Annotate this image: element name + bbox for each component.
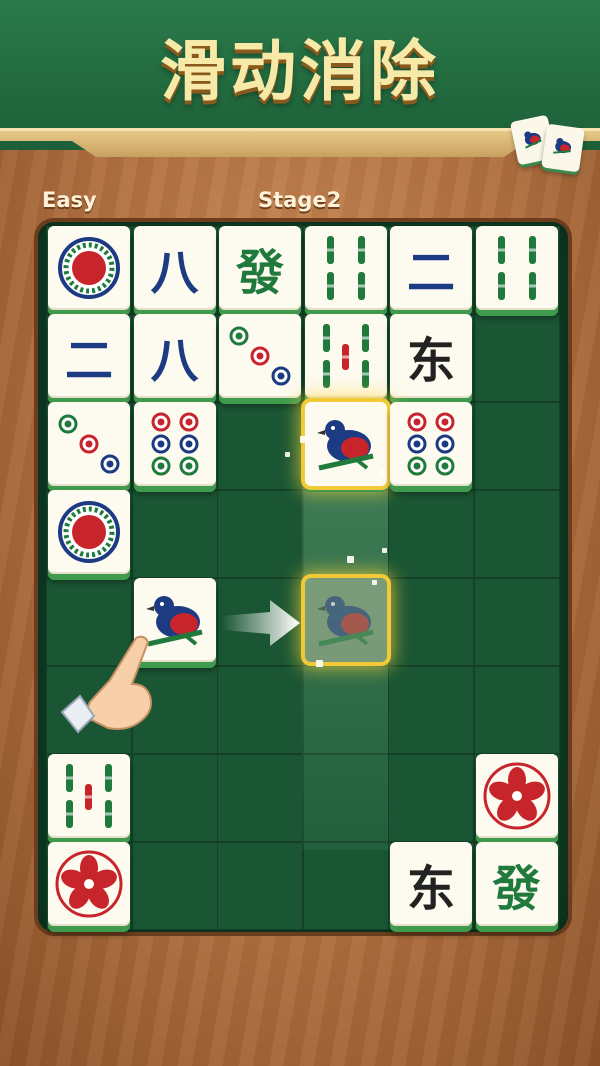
stage-label: Stage2 — [258, 188, 342, 212]
tile-circle-6[interactable] — [390, 402, 472, 486]
tile-fa[interactable]: 發 — [475, 842, 558, 926]
board-cell — [131, 490, 218, 578]
tile-glyph: 东 — [406, 333, 455, 389]
board-cell — [388, 578, 474, 666]
board-cell — [217, 402, 303, 490]
tile-bamboo-4[interactable] — [304, 226, 387, 310]
bird-icon — [524, 131, 542, 149]
board-cell — [388, 666, 474, 754]
circle-red-icon — [58, 501, 120, 563]
bird-icon — [316, 420, 374, 471]
pointing-hand-icon — [60, 635, 152, 734]
tile-glyph: 八 — [150, 333, 199, 389]
circle-6-icon — [151, 412, 198, 476]
circle-red-icon — [58, 237, 120, 299]
tile-circle-3[interactable] — [48, 402, 130, 486]
tile-glyph: 二 — [406, 245, 455, 301]
circle-3-icon — [229, 326, 291, 386]
game-title: 滑动消除 — [160, 33, 440, 110]
sparkle-icon — [380, 470, 385, 475]
board-cell — [388, 754, 474, 842]
tile-glyph: 發 — [492, 861, 541, 917]
board-cell — [473, 666, 560, 754]
bamboo-5-icon — [66, 764, 112, 828]
bird-icon — [553, 138, 572, 154]
sparkle-icon — [347, 556, 354, 563]
tile-two[interactable]: 二 — [48, 314, 130, 398]
tile-glyph: 东 — [406, 861, 455, 917]
board-cell — [473, 402, 560, 490]
sparkle-icon — [382, 548, 387, 553]
corner-tile-bird-2 — [541, 123, 585, 173]
difficulty-label: Easy — [42, 188, 97, 212]
corner-tiles-icon — [509, 112, 590, 173]
board-cell — [473, 490, 560, 578]
tile-bird-highlighted[interactable] — [304, 402, 387, 486]
tile-glyph: 二 — [64, 333, 113, 389]
tile-dong[interactable]: 东 — [390, 314, 472, 398]
tile-circle-6[interactable] — [133, 402, 216, 486]
tile-circle-3[interactable] — [219, 314, 301, 398]
board-cell — [217, 754, 303, 842]
bamboo-5-icon — [322, 324, 369, 388]
board-cell — [217, 666, 303, 754]
board-cell — [217, 490, 303, 578]
board-cell — [217, 842, 303, 930]
circle-6-icon — [407, 412, 455, 476]
tile-fa[interactable]: 發 — [219, 226, 301, 310]
flower-icon — [483, 762, 550, 830]
tile-flower[interactable] — [48, 842, 130, 926]
tile-glyph: 發 — [235, 245, 284, 301]
tile-two[interactable]: 二 — [390, 226, 472, 310]
board-cell — [131, 754, 218, 842]
board-cell — [388, 490, 474, 578]
tile-bird-ghost — [304, 578, 387, 662]
tile-dong[interactable]: 东 — [390, 842, 472, 926]
sparkle-icon — [300, 436, 307, 443]
bird-icon — [316, 596, 374, 647]
tile-circle-red[interactable] — [48, 226, 130, 310]
circle-3-icon — [58, 414, 120, 474]
sparkle-icon — [372, 580, 377, 585]
board-cell — [131, 842, 218, 930]
board-cell — [302, 842, 389, 930]
swipe-arrow-icon — [222, 600, 300, 646]
sparkle-icon — [316, 660, 323, 667]
tile-eight[interactable]: 八 — [133, 314, 216, 398]
tile-bamboo-4[interactable] — [475, 226, 558, 310]
tile-eight[interactable]: 八 — [133, 226, 216, 310]
board-cell — [473, 314, 560, 402]
tile-bamboo-5[interactable] — [304, 314, 387, 398]
tile-glyph: 八 — [150, 245, 199, 301]
bamboo-4-icon — [326, 236, 365, 300]
flower-icon — [55, 850, 123, 918]
board-cell — [473, 578, 560, 666]
bamboo-4-icon — [497, 236, 536, 300]
sparkle-icon — [285, 452, 290, 457]
tile-circle-red[interactable] — [48, 490, 130, 574]
tile-flower[interactable] — [475, 754, 558, 838]
tile-bamboo-5[interactable] — [48, 754, 130, 838]
